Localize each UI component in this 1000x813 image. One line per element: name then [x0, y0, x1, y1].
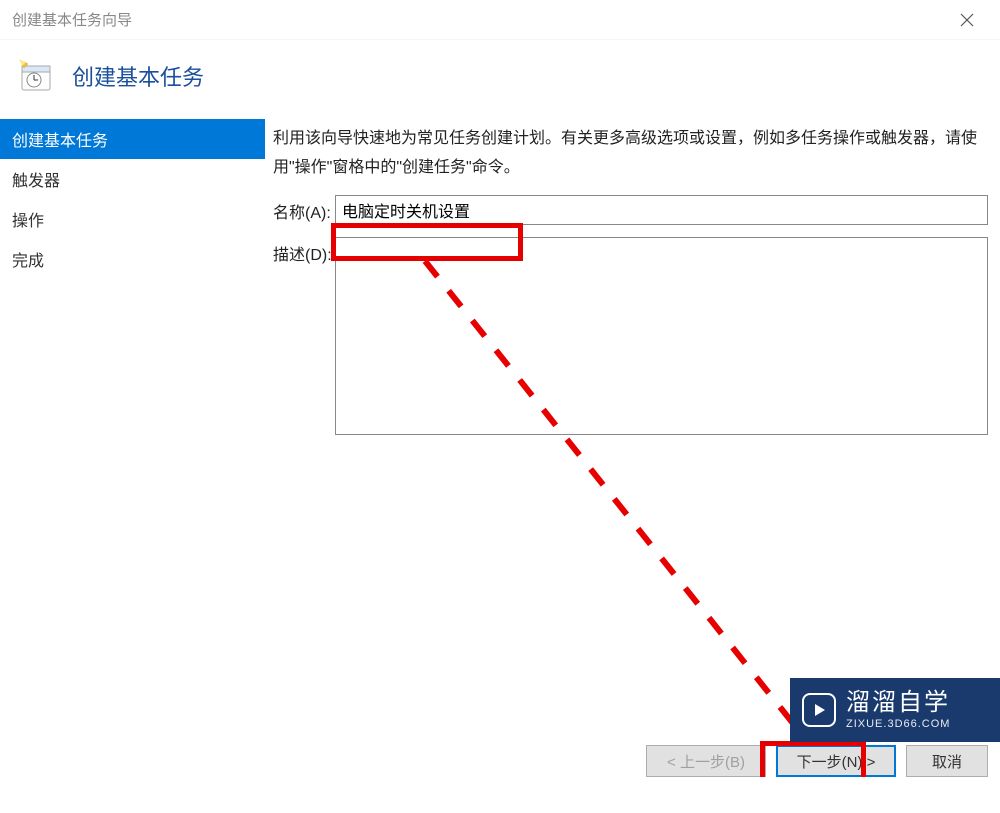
wizard-title: 创建基本任务	[72, 60, 204, 92]
watermark-text: 溜溜自学 ZIXUE.3D66.COM	[846, 689, 950, 731]
wizard-header: 创建基本任务	[0, 40, 1000, 119]
cancel-button[interactable]: 取消	[906, 745, 988, 777]
titlebar: 创建基本任务向导	[0, 0, 1000, 40]
sidebar-item-trigger[interactable]: 触发器	[0, 159, 265, 199]
sidebar-item-action[interactable]: 操作	[0, 199, 265, 239]
window-title: 创建基本任务向导	[12, 9, 132, 30]
watermark: 溜溜自学 ZIXUE.3D66.COM	[790, 678, 1000, 742]
content-area: 创建基本任务 触发器 操作 完成 利用该向导快速地为常见任务创建计划。有关更多高…	[0, 119, 1000, 717]
name-input[interactable]	[335, 195, 988, 225]
sidebar-item-finish[interactable]: 完成	[0, 239, 265, 279]
sidebar-item-label: 操作	[12, 213, 44, 230]
sidebar-item-label: 触发器	[12, 173, 60, 190]
back-button[interactable]: < 上一步(B)	[646, 745, 766, 777]
wizard-main: 利用该向导快速地为常见任务创建计划。有关更多高级选项或设置，例如多任务操作或触发…	[265, 119, 1000, 717]
watermark-main: 溜溜自学	[846, 689, 950, 718]
watermark-sub: ZIXUE.3D66.COM	[846, 718, 950, 731]
name-row: 名称(A):	[273, 195, 988, 225]
wizard-sidebar: 创建基本任务 触发器 操作 完成	[0, 119, 265, 717]
sidebar-item-create-task[interactable]: 创建基本任务	[0, 119, 265, 159]
close-icon	[960, 13, 974, 27]
intro-text: 利用该向导快速地为常见任务创建计划。有关更多高级选项或设置，例如多任务操作或触发…	[273, 125, 988, 183]
desc-label: 描述(D):	[273, 237, 335, 265]
watermark-play-icon	[802, 693, 836, 727]
desc-row: 描述(D):	[273, 237, 988, 435]
close-button[interactable]	[944, 4, 990, 36]
sidebar-item-label: 创建基本任务	[12, 133, 108, 150]
sidebar-item-label: 完成	[12, 253, 44, 270]
description-input[interactable]	[335, 237, 988, 435]
name-label: 名称(A):	[273, 195, 335, 223]
next-button[interactable]: 下一步(N) >	[776, 745, 896, 777]
task-icon	[18, 58, 54, 94]
wizard-buttons: < 上一步(B) 下一步(N) > 取消	[646, 745, 988, 777]
